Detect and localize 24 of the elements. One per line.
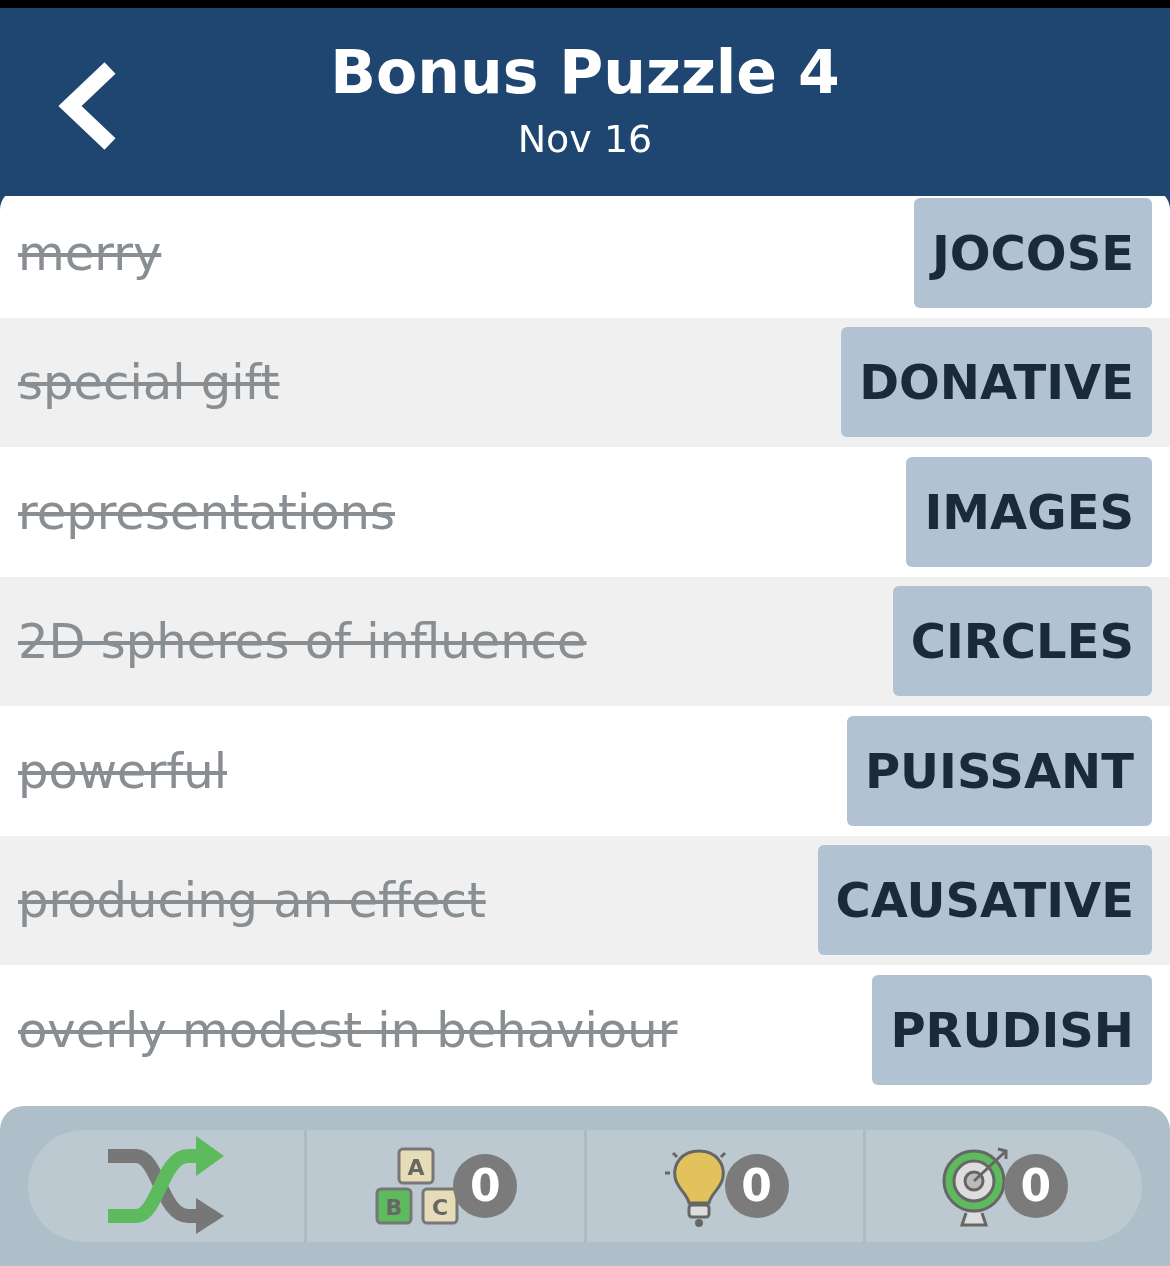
- letters-button[interactable]: A B C 0: [373, 1145, 518, 1227]
- clue-text: special gift: [18, 353, 280, 413]
- clue-text: powerful: [18, 741, 227, 801]
- answer-tile[interactable]: IMAGES: [906, 456, 1152, 567]
- answer-tile[interactable]: PRUDISH: [872, 974, 1152, 1085]
- target-button[interactable]: 0: [939, 1143, 1068, 1229]
- clue-text: 2D spheres of influence: [18, 612, 587, 672]
- clue-text: representations: [18, 482, 396, 542]
- count-badge: 0: [724, 1154, 789, 1218]
- back-button[interactable]: [56, 60, 118, 152]
- puzzle-date: Nov 16: [516, 120, 654, 158]
- clue-text: overly modest in behaviour: [18, 1000, 678, 1060]
- answer-tile[interactable]: DONATIVE: [841, 327, 1152, 438]
- answer-tile[interactable]: CIRCLES: [892, 586, 1152, 697]
- answer-tile[interactable]: PUISSANT: [846, 715, 1152, 826]
- hint-button[interactable]: 0: [660, 1143, 789, 1229]
- clue-text: producing an effect: [18, 871, 486, 931]
- answer-tile[interactable]: CAUSATIVE: [817, 845, 1152, 956]
- clue-text: merry: [18, 223, 162, 283]
- page-title: Bonus Puzzle 4: [329, 36, 841, 102]
- count-badge: 0: [1003, 1154, 1068, 1218]
- answer-tile[interactable]: JOCOSE: [913, 197, 1152, 308]
- back-icon: [56, 60, 118, 152]
- count-badge: 0: [453, 1154, 518, 1218]
